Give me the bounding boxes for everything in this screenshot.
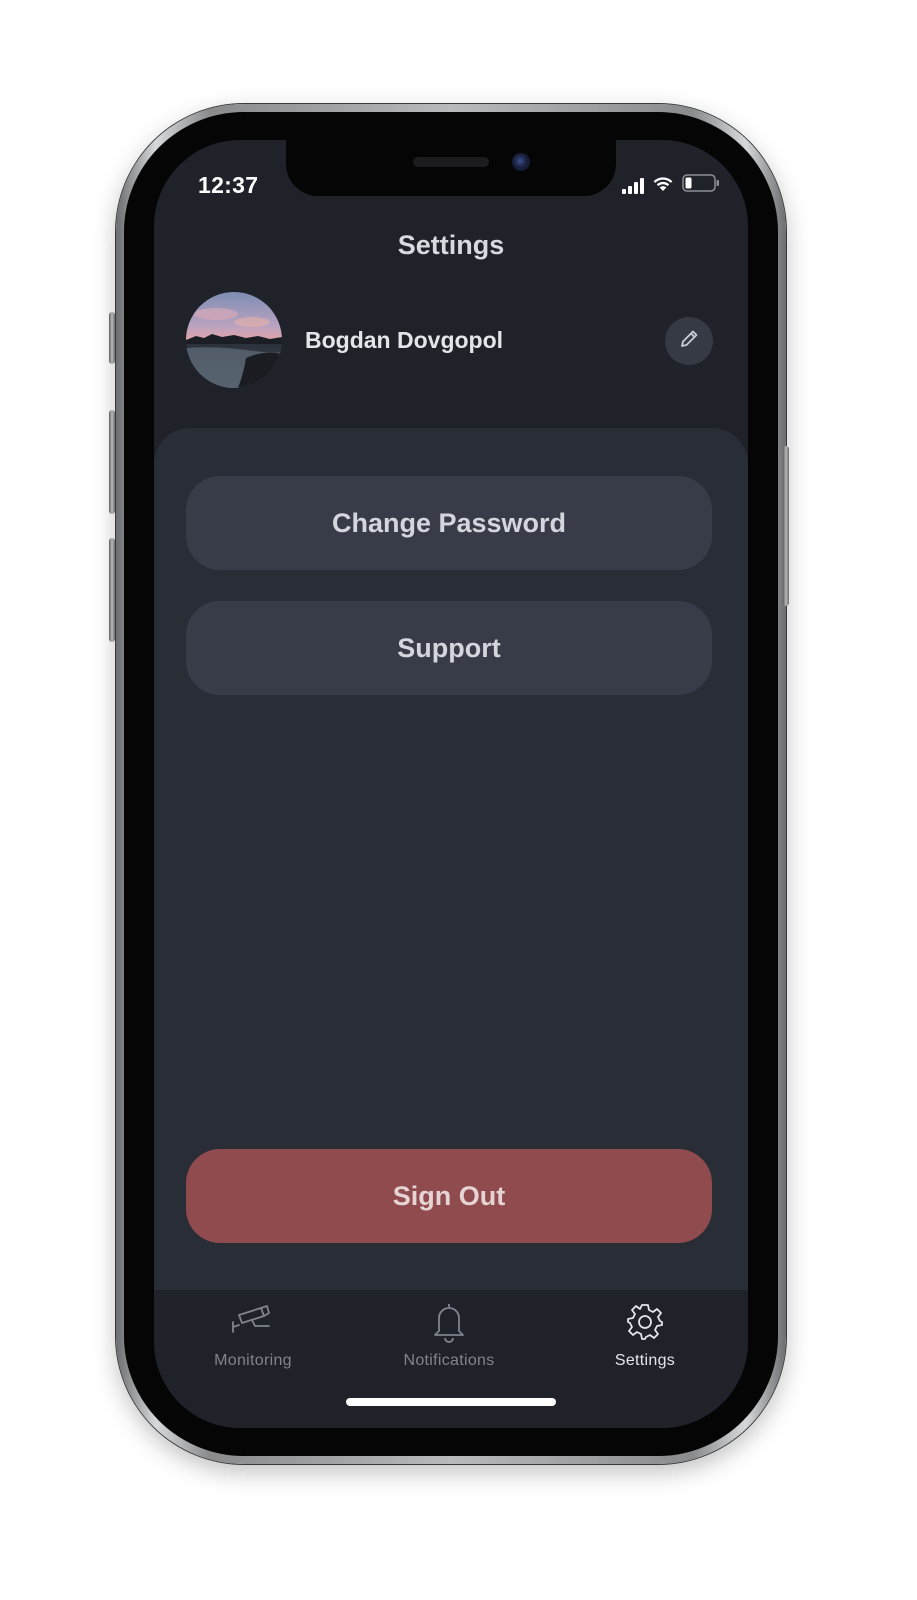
app-screen: 12:37 Settings Bogdan Dovgopol Change Pa… [154,140,748,1428]
bell-icon [431,1300,467,1344]
volume-up-button [109,410,115,514]
page-title: Settings [397,230,505,260]
gear-icon [625,1300,665,1344]
front-camera [512,153,530,171]
home-indicator[interactable] [346,1398,556,1406]
edit-profile-button[interactable] [665,317,713,365]
support-button[interactable]: Support [186,601,712,695]
battery-icon [682,174,720,197]
speaker-grille [413,157,489,167]
cellular-signal-icon [622,177,644,194]
status-icons [622,174,720,197]
sign-out-button[interactable]: Sign Out [186,1149,712,1243]
tab-monitoring[interactable]: Monitoring [173,1300,333,1370]
notch [286,140,616,196]
tab-label: Notifications [403,1352,495,1369]
security-camera-icon [231,1300,275,1344]
tab-label: Settings [614,1352,676,1369]
status-time: 12:37 [198,172,259,198]
power-button [783,446,789,606]
tab-bar: Monitoring Notifications Settings [154,1290,748,1428]
avatar[interactable] [186,292,282,388]
volume-down-button [109,538,115,642]
user-name: Bogdan Dovgopol [305,327,504,353]
change-password-button[interactable]: Change Password [186,476,712,570]
wifi-icon [652,175,674,197]
silent-switch [109,312,115,364]
settings-panel: Change Password Support Sign Out [154,428,748,1290]
pencil-icon [678,328,700,355]
tab-notifications[interactable]: Notifications [369,1300,529,1370]
tab-label: Monitoring [214,1352,292,1369]
tab-settings[interactable]: Settings [565,1300,725,1370]
